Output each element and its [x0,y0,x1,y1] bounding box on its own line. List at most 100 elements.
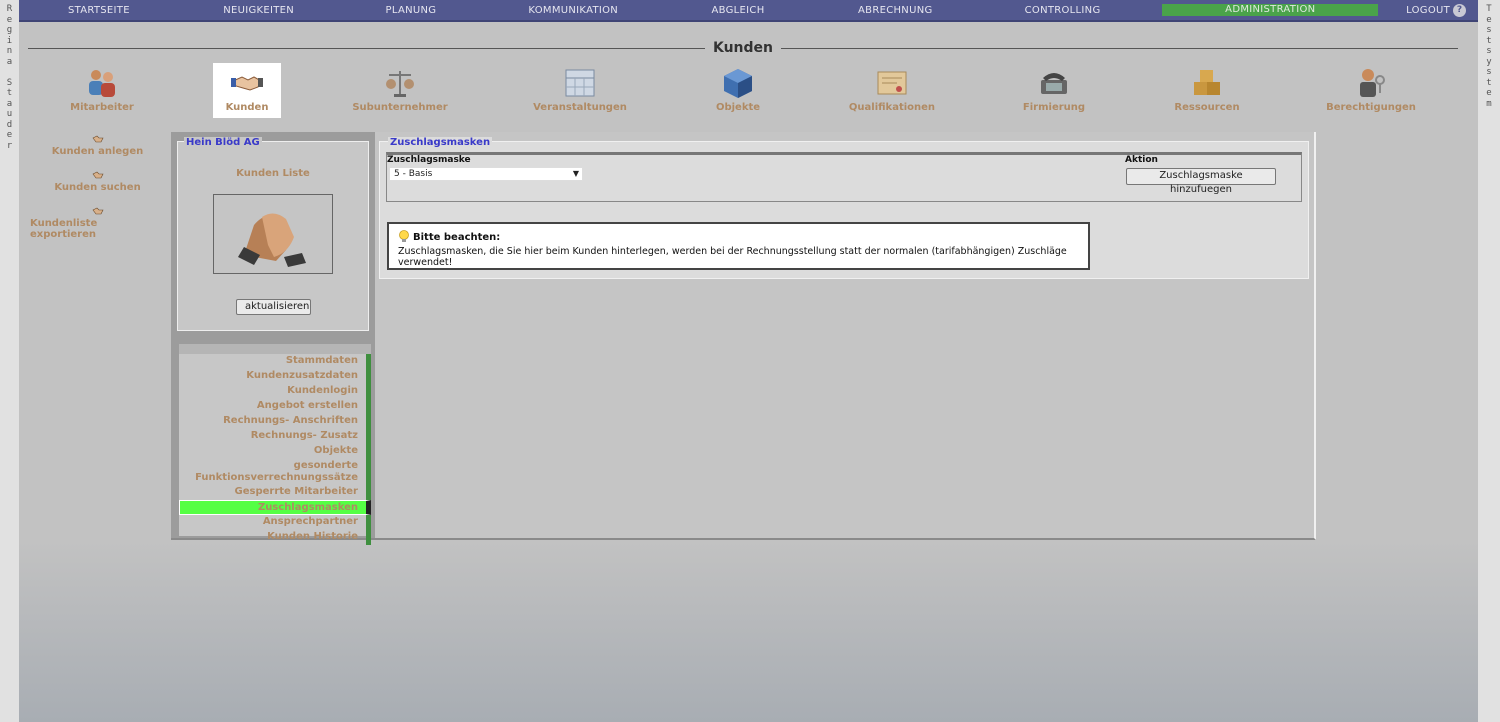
menu-kundenzusatzdaten[interactable]: Kundenzusatzdaten [179,369,371,384]
chevron-down-icon: ▼ [572,169,579,178]
nav-abrechnung[interactable]: ABRECHNUNG [813,5,978,16]
side-letter: g [6,25,13,35]
module-kunden[interactable]: Kunden [213,63,281,118]
kunden-liste-link[interactable]: Kunden Liste [178,168,368,179]
menu-rechnungs-zusatz[interactable]: Rechnungs- Zusatz [179,429,371,444]
side-letter: t [1486,77,1492,88]
module-label: Qualifikationen [848,102,936,113]
boxes-icon [1194,70,1220,95]
nav-neuigkeiten[interactable]: NEUIGKEITEN [179,5,339,16]
notice-title-row: Bitte beachten: [398,230,1079,244]
module-label: Mitarbeiter [70,102,134,113]
user-key-icon [1360,69,1385,97]
menu-zuschlagsmasken[interactable]: Zuschlagsmasken [179,500,371,515]
menu-angebot-erstellen[interactable]: Angebot erstellen [179,399,371,414]
customer-name: Hein Blöd AG [184,137,262,148]
lightbulb-icon [399,230,409,242]
handshake-icon [92,207,103,215]
customer-pane: Hein Blöd AG Kunden Liste aktualisieren … [171,132,375,545]
side-letter: s [1486,46,1492,56]
notice-title: Bitte beachten: [413,231,501,243]
module-label: Veranstaltungen [533,102,627,113]
module-subunternehmer[interactable]: Subunternehmer [325,63,475,118]
action-label: Kunden suchen [54,182,141,193]
side-letter: T [1486,4,1492,14]
handshake-icon [92,171,103,179]
mask-select-value: 5 - Basis [394,169,433,179]
side-letter: S [6,77,13,88]
side-letter: s [1486,25,1492,35]
side-letter: e [6,130,13,140]
handshake-picture-icon [238,213,306,267]
nav-administration[interactable]: ADMINISTRATION [1162,4,1379,16]
side-letter: t [1486,35,1492,46]
page-title-row: Kunden [28,40,1458,60]
action-label: Kunden anlegen [51,146,144,157]
menu-funktionsverrechnungssaetze[interactable]: gesonderte Funktionsverrechnungssätze [179,459,371,485]
mask-select[interactable]: 5 - Basis ▼ [389,167,583,181]
scale-icon [386,71,414,97]
menu-rechnungs-anschriften[interactable]: Rechnungs- Anschriften [179,414,371,429]
notice-box: Bitte beachten: Zuschlagsmasken, die Sie… [387,222,1090,270]
module-objekte[interactable]: Objekte [663,63,813,118]
action-kunden-suchen[interactable]: Kunden suchen [30,169,165,193]
module-qualifikationen[interactable]: Qualifikationen [817,63,967,118]
zuschlagsmasken-fieldset: Zuschlagsmasken Zuschlagsmaske Aktion 5 … [379,137,1309,279]
nav-abgleich[interactable]: ABGLEICH [663,5,813,16]
cube-icon [724,69,752,98]
side-letter: R [6,4,13,14]
help-icon[interactable]: ? [1453,4,1466,17]
handshake-icon [231,76,263,91]
module-bar: Mitarbeiter Kunden Subunternehmer Verans… [25,63,1455,118]
menu-kundenlogin[interactable]: Kundenlogin [179,384,371,399]
menu-stammdaten[interactable]: Stammdaten [179,354,371,369]
side-letter: t [6,88,13,98]
module-veranstaltungen[interactable]: Veranstaltungen [505,63,655,118]
side-letter: e [1486,14,1492,25]
module-firmierung[interactable]: Firmierung [979,63,1129,118]
notice-text: Zuschlagsmasken, die Sie hier beim Kunde… [398,246,1067,268]
module-ressourcen[interactable]: Ressourcen [1132,63,1282,118]
action-label: Kundenliste exportieren [30,218,98,240]
menu-gesperrte-mitarbeiter[interactable]: Gesperrte Mitarbeiter [179,485,371,500]
module-mitarbeiter[interactable]: Mitarbeiter [27,63,177,118]
side-letter: a [6,56,13,67]
side-letter: d [6,119,13,130]
side-letter: s [1486,67,1492,77]
section-legend: Zuschlagsmasken [388,137,493,148]
handshake-icon [92,135,103,143]
side-letter: y [1486,56,1492,67]
add-mask-button[interactable]: Zuschlagsmaske hinzufuegen [1126,168,1276,195]
menu-kunden-historie[interactable]: Kunden Historie [179,530,371,545]
nav-controlling[interactable]: CONTROLLING [978,5,1148,16]
people-icon [89,70,115,97]
module-label: Firmierung [1022,102,1086,113]
module-label: Subunternehmer [352,102,448,113]
module-label: Objekte [715,102,761,113]
phone-icon [1041,73,1067,94]
action-kunden-anlegen[interactable]: Kunden anlegen [30,133,165,157]
user-name-strip: Regina Stauder [0,0,19,722]
menu-objekte[interactable]: Objekte [179,444,371,459]
side-letter: n [6,46,13,56]
nav-kommunikation[interactable]: KOMMUNIKATION [483,5,663,16]
nav-planung[interactable]: PLANUNG [339,5,484,16]
certificate-icon [877,71,907,95]
nav-startseite[interactable]: STARTSEITE [19,5,179,16]
calendar-icon [565,69,595,97]
main-pane: Zuschlagsmasken Zuschlagsmaske Aktion 5 … [375,132,1314,538]
side-letter: i [6,35,13,46]
column-header-mask: Zuschlagsmaske [387,155,471,165]
side-letter: e [1486,88,1492,98]
side-letter: r [6,140,13,151]
side-letter: u [6,109,13,119]
refresh-button[interactable]: aktualisieren [236,299,311,315]
module-label: Kunden [225,102,269,113]
module-berechtigungen[interactable]: Berechtigungen [1296,63,1446,118]
action-kundenliste-exportieren[interactable]: Kundenliste exportieren [30,205,165,240]
mask-table: Zuschlagsmaske Aktion 5 - Basis ▼ Zuschl… [386,152,1302,202]
column-header-action: Aktion [1125,155,1158,165]
menu-ansprechpartner[interactable]: Ansprechpartner [179,515,371,530]
customer-picture [213,194,333,274]
module-label: Berechtigungen [1326,102,1416,113]
